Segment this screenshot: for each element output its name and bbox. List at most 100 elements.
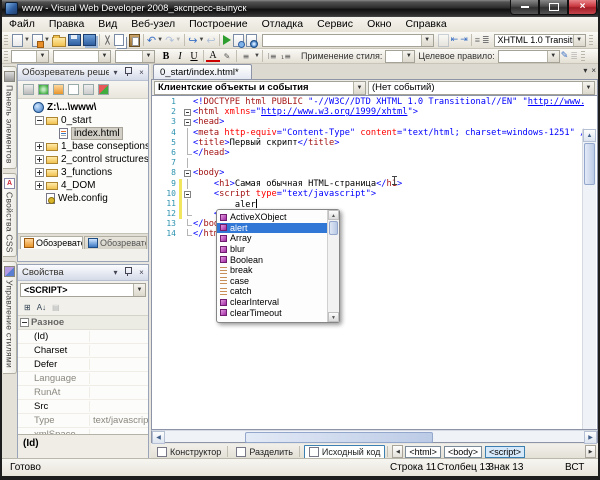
code-text[interactable]: <body>	[193, 168, 584, 178]
horizontal-scrollbar[interactable]: ◀ ▶	[151, 430, 598, 443]
menu-item[interactable]: Построение	[182, 17, 254, 32]
menu-item[interactable]: Веб-узел	[124, 17, 182, 32]
scrollbar-thumb[interactable]	[329, 221, 338, 235]
tree-item[interactable]: Z:\...\www\	[18, 101, 148, 114]
fold-margin[interactable]	[182, 179, 193, 189]
fold-margin[interactable]	[182, 168, 193, 178]
fold-margin[interactable]	[182, 148, 193, 158]
property-pages-icon[interactable]: ▤	[52, 303, 60, 312]
chevron-down-icon[interactable]: ▼	[157, 37, 163, 43]
fold-margin[interactable]	[182, 189, 193, 199]
new-style-icon[interactable]: ✎	[560, 49, 570, 64]
increase-indent-icon[interactable]: ⇥	[459, 33, 469, 48]
tree-item[interactable]: 4_DOM	[18, 179, 148, 192]
code-line[interactable]: 2<html xmlns="http://www.w3.org/1999/xht…	[152, 107, 584, 117]
view-tab-Конструктор[interactable]: Конструктор	[153, 446, 225, 458]
apply-style-combo[interactable]: ▼	[385, 50, 415, 63]
code-text[interactable]: <!DOCTYPE html PUBLIC "-//W3C//DTD XHTML…	[193, 97, 584, 107]
fold-margin[interactable]	[182, 107, 193, 117]
intellisense-item[interactable]: blur	[217, 244, 327, 255]
paragraph-style-combo[interactable]: ▼	[11, 50, 49, 63]
intellisense-item[interactable]: clearTimeout	[217, 307, 327, 318]
comment-icon[interactable]	[437, 33, 450, 48]
window-menu-icon[interactable]: ▾	[109, 268, 122, 277]
code-line[interactable]: 6</head>	[152, 148, 584, 158]
menu-item[interactable]: Вид	[91, 17, 124, 32]
properties-icon[interactable]	[23, 84, 34, 95]
intellisense-item[interactable]: ActiveXObject	[217, 212, 327, 223]
code-line[interactable]: 7	[152, 158, 584, 168]
chevron-down-icon[interactable]: ▼	[582, 82, 594, 94]
fold-margin[interactable]	[182, 97, 193, 107]
tree-item[interactable]: 1_base conseptions	[18, 140, 148, 153]
doctype-validation-combo[interactable]: XHTML 1.0 Transition...▼	[494, 34, 586, 47]
panel-tab-1[interactable]: Обозревател...	[20, 236, 83, 249]
property-value[interactable]: text/javascript	[90, 415, 148, 426]
chevron-down-icon[interactable]: ▼	[44, 37, 50, 43]
code-line[interactable]: 10 <script type="text/javascript">	[152, 189, 584, 199]
collapse-icon[interactable]	[184, 191, 191, 198]
toolbar-grip[interactable]	[4, 51, 8, 62]
tree-item[interactable]: index.html	[18, 127, 148, 140]
intellisense-item[interactable]: catch	[217, 286, 327, 297]
window-menu-icon[interactable]: ▾	[109, 68, 122, 77]
property-row[interactable]: RunAt	[18, 386, 148, 400]
collapse-icon[interactable]	[184, 109, 191, 116]
bullet-list-icon[interactable]: ⁝≡	[265, 52, 279, 61]
code-line[interactable]: 9 <h1>Самая обычная HTML-страница</h1>	[152, 179, 584, 189]
sidebar-tab-manage-styles[interactable]: Управление стилями	[3, 261, 17, 373]
property-row[interactable]: Language	[18, 372, 148, 386]
code-text[interactable]: <script type="text/javascript">	[193, 189, 584, 199]
intellisense-item[interactable]: case	[217, 276, 327, 287]
intellisense-item[interactable]: alert	[217, 223, 327, 234]
view-tab-Разделить[interactable]: Разделить	[232, 446, 297, 458]
fold-margin[interactable]	[182, 229, 193, 239]
expand-icon[interactable]	[35, 168, 44, 177]
paste-icon[interactable]	[128, 33, 141, 48]
fold-margin[interactable]	[182, 219, 193, 229]
sidebar-tab-toolbox[interactable]: Панель элементов	[3, 66, 17, 169]
expand-icon[interactable]	[35, 142, 44, 151]
chevron-down-icon[interactable]: ▼	[421, 35, 433, 46]
close-panel-icon[interactable]: ×	[135, 268, 148, 277]
copy-icon[interactable]	[113, 33, 128, 48]
tree-item[interactable]: Web.config	[18, 192, 148, 205]
intellisense-item[interactable]: break	[217, 265, 327, 276]
document-list-icon[interactable]: ▾	[583, 66, 587, 75]
font-color-icon[interactable]: A	[206, 51, 220, 62]
save-icon[interactable]	[67, 33, 82, 48]
code-text[interactable]	[193, 158, 584, 168]
breadcrumb-tag[interactable]: <script>	[485, 446, 525, 458]
save-all-icon[interactable]	[82, 33, 97, 48]
collapse-icon[interactable]	[20, 318, 29, 327]
attach-stylesheet-icon[interactable]: ≣	[569, 49, 579, 64]
view-code-icon[interactable]	[68, 84, 79, 95]
chevron-down-icon[interactable]: ▼	[133, 284, 145, 296]
nest-related-files-icon[interactable]	[53, 84, 64, 95]
scroll-right-icon[interactable]: ▶	[584, 431, 597, 444]
scroll-up-icon[interactable]: ▲	[583, 129, 596, 142]
panel-tab-2[interactable]: Обозревател...	[84, 236, 147, 249]
fold-margin[interactable]	[182, 209, 193, 219]
close-panel-icon[interactable]: ×	[135, 68, 148, 77]
undo-icon[interactable]: ↶▼	[146, 33, 164, 48]
tree-item[interactable]: 0_start	[18, 114, 148, 127]
sidebar-tab-css-properties[interactable]: AСвойства CSS	[3, 173, 17, 258]
minimize-button[interactable]	[510, 0, 539, 15]
font-size-combo[interactable]: ▼	[115, 50, 155, 63]
intellisense-scrollbar[interactable]: ▲ ▼	[327, 210, 339, 322]
decrease-indent-icon[interactable]: ⇤	[450, 33, 460, 48]
fold-margin[interactable]	[182, 158, 193, 168]
maximize-button[interactable]	[539, 0, 568, 15]
highlight-icon[interactable]: ✎	[220, 52, 234, 61]
font-family-combo[interactable]: ▼	[53, 50, 111, 63]
code-text[interactable]: <title>Первый скрипт</title>	[193, 138, 584, 148]
toolbar-overflow-grip[interactable]	[581, 51, 585, 62]
code-editor[interactable]: 1<!DOCTYPE html PUBLIC "-//W3C//DTD XHTM…	[151, 96, 598, 430]
chevron-down-icon[interactable]: ▼	[198, 37, 204, 43]
menu-item[interactable]: Справка	[398, 17, 453, 32]
fold-margin[interactable]	[182, 199, 193, 209]
code-line[interactable]: 3<head>	[152, 117, 584, 127]
bold-icon[interactable]: B	[159, 51, 173, 62]
expand-icon[interactable]	[35, 155, 44, 164]
